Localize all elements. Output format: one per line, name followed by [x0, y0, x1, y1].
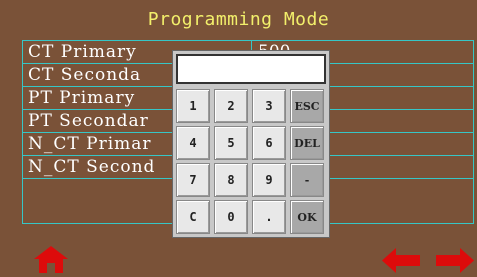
page-title: Programming Mode — [147, 9, 330, 30]
key-6[interactable]: 6 — [252, 126, 286, 160]
key-8[interactable]: 8 — [214, 163, 248, 197]
key-0[interactable]: 0 — [214, 200, 248, 234]
key-9[interactable]: 9 — [252, 163, 286, 197]
key-5[interactable]: 5 — [214, 126, 248, 160]
param-label: PT Secondar — [28, 111, 149, 131]
home-icon — [34, 246, 68, 273]
numeric-keypad: 1 2 3 ESC 4 5 6 DEL 7 8 9 - C 0 . OK — [172, 50, 330, 238]
arrow-right-icon — [436, 248, 474, 273]
key-2[interactable]: 2 — [214, 89, 248, 123]
arrow-left-icon — [382, 248, 420, 273]
param-label: CT Primary — [28, 42, 137, 62]
key-4[interactable]: 4 — [176, 126, 210, 160]
key-3[interactable]: 3 — [252, 89, 286, 123]
prev-button[interactable] — [382, 248, 420, 273]
param-label: PT Primary — [28, 88, 136, 108]
next-button[interactable] — [436, 248, 474, 273]
home-button[interactable] — [34, 246, 68, 273]
param-label: N_CT Primar — [28, 134, 152, 154]
keypad-display[interactable] — [176, 54, 326, 84]
decimal-point-button[interactable]: . — [252, 200, 286, 234]
clear-button[interactable]: C — [176, 200, 210, 234]
minus-button[interactable]: - — [290, 163, 324, 197]
del-button[interactable]: DEL — [290, 126, 324, 160]
esc-button[interactable]: ESC — [290, 89, 324, 123]
key-1[interactable]: 1 — [176, 89, 210, 123]
ok-button[interactable]: OK — [290, 200, 324, 234]
param-label: CT Seconda — [28, 65, 142, 85]
key-7[interactable]: 7 — [176, 163, 210, 197]
param-label: N_CT Second — [28, 157, 156, 177]
